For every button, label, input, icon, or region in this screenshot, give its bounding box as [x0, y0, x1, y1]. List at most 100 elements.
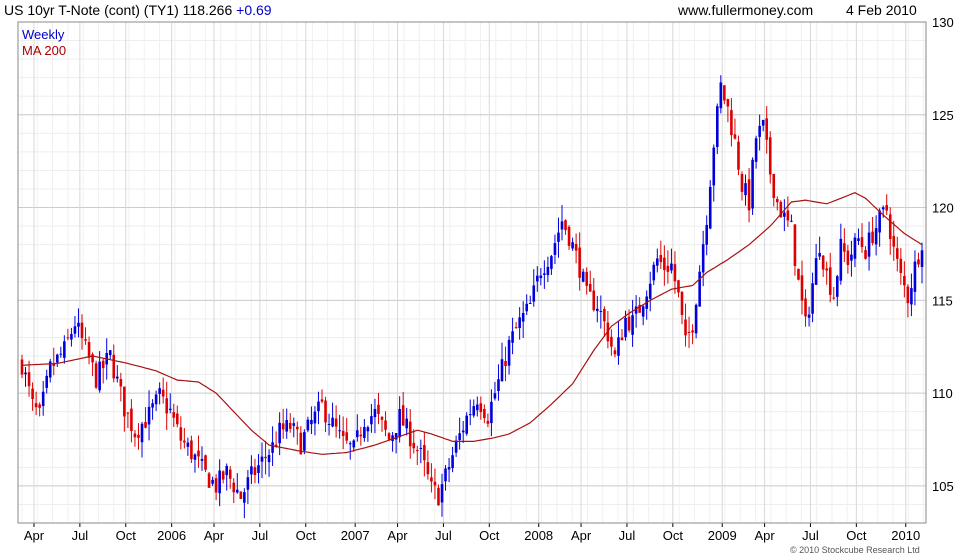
candle-body: [687, 332, 691, 334]
candle-body: [175, 413, 179, 425]
candle-body: [867, 232, 871, 257]
candle-body: [560, 221, 564, 230]
candle-body: [631, 315, 634, 335]
candle-body: [768, 137, 772, 175]
candle-body: [514, 327, 518, 329]
x-tick-label: Oct: [479, 528, 500, 543]
candle-body: [348, 443, 352, 445]
candle-body: [715, 106, 719, 148]
y-tick-label: 115: [932, 293, 953, 308]
candle-body: [910, 288, 913, 305]
candle-body: [740, 173, 744, 192]
candle-body: [878, 210, 881, 233]
candle-body: [659, 254, 663, 263]
candle-body: [130, 408, 133, 431]
candle-body: [345, 432, 349, 441]
candle-body: [666, 265, 670, 272]
candle-body: [775, 199, 779, 203]
candle-body: [123, 386, 126, 417]
candle-body: [557, 232, 560, 242]
candle-body: [331, 417, 334, 427]
candle-body: [20, 359, 24, 375]
candle-body: [200, 458, 204, 461]
y-tick-label: 105: [932, 479, 954, 494]
candle-body: [550, 256, 553, 269]
candle-body: [73, 326, 77, 334]
candle-body: [267, 455, 271, 463]
candle-body: [525, 303, 529, 312]
copyright-notice: © 2010 Stockcube Research Ltd: [790, 545, 920, 555]
candle-body: [790, 220, 793, 222]
candle-body: [334, 418, 338, 427]
candle-body: [140, 423, 144, 443]
candle-body: [684, 319, 687, 336]
candle-body: [101, 360, 105, 369]
candle-body: [59, 353, 63, 355]
candle-body: [613, 350, 617, 355]
x-tick-label: Jul: [802, 528, 819, 543]
candle-body: [338, 430, 341, 432]
candle-body: [239, 491, 243, 499]
candle-body: [818, 253, 821, 257]
candle-body: [327, 424, 331, 426]
candle-body: [846, 250, 850, 265]
x-tick-label: Jul: [252, 528, 269, 543]
candle-body: [45, 375, 49, 388]
candle-body: [913, 261, 917, 292]
candle-body: [207, 473, 211, 488]
candle-body: [807, 314, 811, 318]
candle-body: [857, 238, 860, 241]
candle-body: [765, 118, 769, 140]
candle-body: [627, 316, 631, 331]
candle-body: [232, 482, 236, 493]
candle-body: [624, 317, 627, 338]
candle-body: [183, 440, 186, 443]
candle-body: [772, 173, 776, 198]
candle-body: [539, 275, 543, 279]
candle-body: [610, 336, 613, 347]
candle-body: [165, 398, 169, 414]
candle-body: [158, 388, 161, 394]
candle-body: [761, 119, 765, 126]
candle-body: [108, 350, 112, 356]
candle-body: [754, 138, 758, 162]
candle-body: [228, 469, 232, 479]
candle-body: [483, 408, 486, 419]
candle-body: [221, 471, 225, 480]
candle-body: [493, 393, 497, 399]
candle-body: [401, 405, 405, 426]
candle-body: [797, 268, 800, 280]
candle-body: [885, 205, 889, 211]
candle-body: [112, 354, 116, 379]
candle-body: [373, 409, 377, 418]
y-tick-label: 125: [932, 108, 954, 123]
x-tick-label: Oct: [663, 528, 684, 543]
candle-body: [881, 207, 885, 210]
y-tick-label: 130: [932, 15, 954, 30]
candle-body: [532, 285, 536, 302]
chart-legend: Weekly MA 200: [22, 27, 66, 59]
x-tick-label: 2007: [341, 528, 370, 543]
candle-body: [730, 110, 733, 136]
candle-body: [581, 271, 585, 282]
candle-body: [313, 411, 317, 424]
candle-body: [430, 477, 433, 482]
candle-body: [306, 419, 310, 431]
candle-body: [447, 466, 451, 470]
candle-body: [179, 427, 183, 441]
candle-body: [77, 322, 80, 327]
candle-body: [225, 466, 229, 476]
candle-body: [804, 298, 807, 317]
candle-body: [144, 422, 147, 428]
candle-body: [87, 342, 91, 358]
x-tick-label: 2006: [157, 528, 186, 543]
candle-body: [793, 224, 797, 267]
candle-body: [708, 186, 712, 229]
candle-body: [511, 331, 514, 343]
candle-body: [758, 125, 761, 137]
candle-body: [712, 147, 716, 186]
candle-body: [355, 430, 359, 438]
candle-body: [906, 286, 910, 304]
candle-body: [564, 220, 567, 231]
x-tick-label: Apr: [571, 528, 592, 543]
